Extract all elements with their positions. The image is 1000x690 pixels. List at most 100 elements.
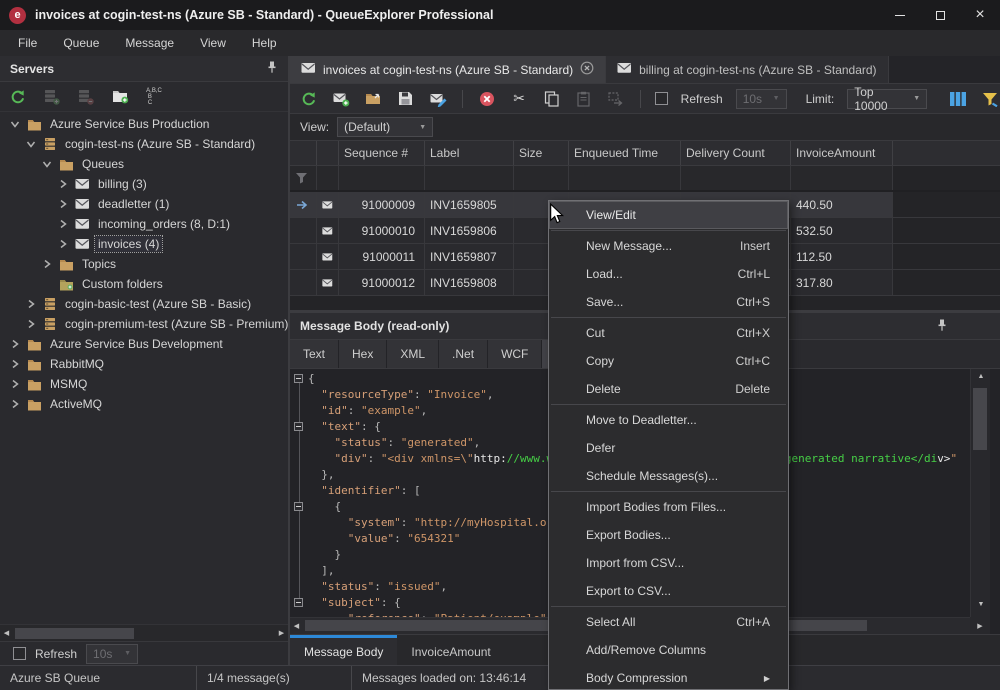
tree-item-invoices[interactable]: invoices (4) <box>0 234 288 254</box>
context-menu-export-to-csv[interactable]: Export to CSV... <box>549 577 788 605</box>
requeue-button[interactable] <box>607 89 626 109</box>
fold-collapse-icon[interactable] <box>294 422 303 431</box>
columns-button[interactable] <box>948 89 967 109</box>
fold-collapse-icon[interactable] <box>294 502 303 511</box>
tree-item-cogin-basic-test[interactable]: cogin-basic-test (Azure SB - Basic) <box>0 294 288 314</box>
tree-item-custom[interactable]: Custom folders <box>0 274 288 294</box>
scroll-right-icon[interactable]: ▶ <box>275 629 288 637</box>
expander-right-icon[interactable] <box>8 337 22 351</box>
fold-collapse-icon[interactable] <box>294 374 303 383</box>
tree-item-msmq[interactable]: MSMQ <box>0 374 288 394</box>
scroll-left-icon[interactable]: ◀ <box>0 629 13 637</box>
pin-icon[interactable] <box>266 60 278 77</box>
body-tab-net[interactable]: .Net <box>439 340 488 368</box>
edit-message-button[interactable] <box>429 89 448 109</box>
copy-button[interactable] <box>542 89 561 109</box>
expander-down-icon[interactable] <box>8 117 22 131</box>
context-menu-new-message[interactable]: New Message...Insert <box>549 232 788 260</box>
context-menu-import-bodies-from-files[interactable]: Import Bodies from Files... <box>549 493 788 521</box>
expander-right-icon[interactable] <box>56 237 70 251</box>
close-tab-icon[interactable] <box>580 61 594 78</box>
tree-item-incoming_orders[interactable]: incoming_orders (8, D:1) <box>0 214 288 234</box>
context-menu-add-remove-columns[interactable]: Add/Remove Columns <box>549 636 788 664</box>
expander-right-icon[interactable] <box>8 397 22 411</box>
expander-right-icon[interactable] <box>40 257 54 271</box>
scrollbar-thumb[interactable] <box>973 388 987 450</box>
scroll-left-icon[interactable]: ◀ <box>290 622 303 630</box>
expander-right-icon[interactable] <box>56 217 70 231</box>
auto-refresh-checkbox[interactable] <box>655 92 668 105</box>
tree-item-queues[interactable]: Queues <box>0 154 288 174</box>
refresh-interval-select[interactable]: 10s▼ <box>736 89 787 109</box>
context-menu-select-all[interactable]: Select AllCtrl+A <box>549 608 788 636</box>
tree-item-azure[interactable]: Azure Service Bus Production <box>0 114 288 134</box>
context-menu-body-compression[interactable]: Body Compression▶ <box>549 664 788 690</box>
expander-down-icon[interactable] <box>24 137 38 151</box>
filter-button[interactable] <box>981 89 1000 109</box>
pin-icon[interactable] <box>936 318 948 335</box>
new-message-button[interactable] <box>331 89 350 109</box>
remove-server-button[interactable] <box>76 87 96 107</box>
save-button[interactable] <box>396 89 415 109</box>
expander-right-icon[interactable] <box>56 177 70 191</box>
add-server-button[interactable] <box>42 87 62 107</box>
paste-button[interactable] <box>574 89 593 109</box>
bottom-tab-invoiceamount[interactable]: InvoiceAmount <box>397 635 504 665</box>
document-tab-0[interactable]: invoices at cogin-test-ns (Azure SB - St… <box>290 56 606 83</box>
delete-message-button[interactable] <box>477 89 496 109</box>
tree-item-topics[interactable]: Topics <box>0 254 288 274</box>
context-menu-delete[interactable]: DeleteDelete <box>549 375 788 403</box>
minimize-button[interactable] <box>880 0 920 30</box>
expander-down-icon[interactable] <box>40 157 54 171</box>
body-tab-wcf[interactable]: WCF <box>488 340 542 368</box>
document-tab-1[interactable]: billing at cogin-test-ns (Azure SB - Sta… <box>606 56 888 83</box>
servers-refresh-interval-select[interactable]: 10s▼ <box>86 644 138 664</box>
servers-refresh-button[interactable] <box>8 87 28 107</box>
body-tab-hex[interactable]: Hex <box>339 340 387 368</box>
menu-message[interactable]: Message <box>112 30 187 56</box>
context-menu-export-bodies[interactable]: Export Bodies... <box>549 521 788 549</box>
menu-view[interactable]: View <box>187 30 239 56</box>
close-button[interactable]: × <box>960 0 1000 30</box>
tree-item-azure[interactable]: Azure Service Bus Development <box>0 334 288 354</box>
tree-item-rabbitmq[interactable]: RabbitMQ <box>0 354 288 374</box>
fold-collapse-icon[interactable] <box>294 598 303 607</box>
menu-queue[interactable]: Queue <box>50 30 112 56</box>
tree-item-activemq[interactable]: ActiveMQ <box>0 394 288 414</box>
context-menu-defer[interactable]: Defer <box>549 434 788 462</box>
context-menu-view-edit[interactable]: View/Edit <box>549 201 788 229</box>
bottom-tab-message-body[interactable]: Message Body <box>290 635 397 665</box>
body-tab-xml[interactable]: XML <box>387 340 439 368</box>
tree-item-cogin-premium-test[interactable]: cogin-premium-test (Azure SB - Premium) <box>0 314 288 334</box>
tree-item-billing[interactable]: billing (3) <box>0 174 288 194</box>
expander-right-icon[interactable] <box>24 317 38 331</box>
context-menu-schedule-messages-s[interactable]: Schedule Messages(s)... <box>549 462 788 490</box>
menu-help[interactable]: Help <box>239 30 290 56</box>
tree-item-cogin-test-ns[interactable]: cogin-test-ns (Azure SB - Standard) <box>0 134 288 154</box>
context-menu-save[interactable]: Save...Ctrl+S <box>549 288 788 316</box>
expander-right-icon[interactable] <box>56 197 70 211</box>
new-folder-button[interactable] <box>110 87 130 107</box>
grid-filter-row[interactable] <box>290 166 1000 192</box>
scroll-up-icon[interactable]: ▲ <box>971 373 991 380</box>
context-menu-cut[interactable]: CutCtrl+X <box>549 319 788 347</box>
body-tab-text[interactable]: Text <box>290 340 339 368</box>
limit-select[interactable]: Top 10000▼ <box>847 89 927 109</box>
load-button[interactable] <box>364 89 383 109</box>
rename-abc-button[interactable]: A,B,C B C <box>144 87 164 107</box>
refresh-button[interactable] <box>299 89 318 109</box>
scroll-down-icon[interactable]: ▼ <box>971 601 991 608</box>
expander-right-icon[interactable] <box>24 297 38 311</box>
expander-right-icon[interactable] <box>8 357 22 371</box>
servers-refresh-checkbox[interactable] <box>13 647 26 660</box>
context-menu-import-from-csv[interactable]: Import from CSV... <box>549 549 788 577</box>
cut-button[interactable]: ✂ <box>509 89 528 109</box>
tree-item-deadletter[interactable]: deadletter (1) <box>0 194 288 214</box>
context-menu-copy[interactable]: CopyCtrl+C <box>549 347 788 375</box>
scrollbar-thumb[interactable] <box>15 628 134 639</box>
maximize-button[interactable] <box>920 0 960 30</box>
context-menu-load[interactable]: Load...Ctrl+L <box>549 260 788 288</box>
context-menu-move-to-deadletter[interactable]: Move to Deadletter... <box>549 406 788 434</box>
expander-right-icon[interactable] <box>8 377 22 391</box>
menu-file[interactable]: File <box>5 30 50 56</box>
